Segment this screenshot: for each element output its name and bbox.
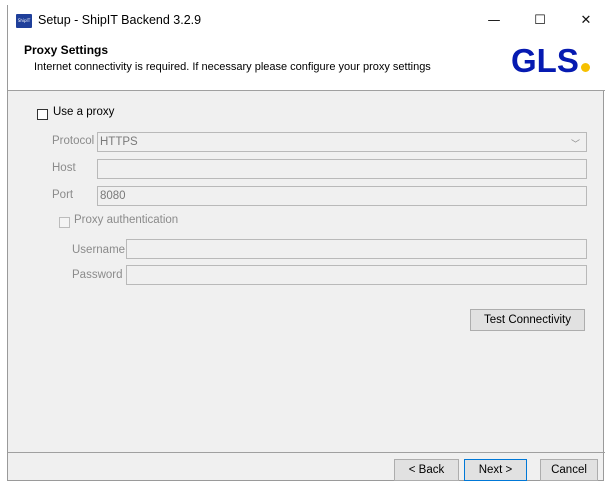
host-input[interactable] <box>97 159 587 179</box>
cancel-button[interactable]: Cancel <box>540 459 598 481</box>
minimize-button[interactable]: — <box>471 5 517 36</box>
footer-divider <box>8 452 605 453</box>
page-title: Proxy Settings <box>24 43 109 57</box>
password-label: Password <box>72 269 123 281</box>
username-label: Username <box>72 244 126 256</box>
proxy-auth-label: Proxy authentication <box>74 214 179 226</box>
use-proxy-label: Use a proxy <box>53 106 115 118</box>
username-input[interactable] <box>126 239 587 259</box>
close-button[interactable]: ✕ <box>563 5 605 36</box>
use-proxy-checkbox[interactable] <box>37 109 48 120</box>
port-input[interactable]: 8080 <box>97 186 587 206</box>
maximize-button[interactable]: ☐ <box>517 5 563 36</box>
password-input[interactable] <box>126 265 587 285</box>
wizard-header: Proxy Settings Internet connectivity is … <box>8 36 605 91</box>
chevron-down-icon: ﹀ <box>570 139 580 149</box>
setup-window: ShipIT Setup - ShipIT Backend 3.2.9 — ☐ … <box>7 5 605 481</box>
logo-dot-icon <box>580 63 590 72</box>
page-subtitle: Internet connectivity is required. If ne… <box>34 61 431 73</box>
app-icon: ShipIT <box>16 14 32 28</box>
proxy-auth-checkbox[interactable] <box>59 217 70 228</box>
window-title: Setup - ShipIT Backend 3.2.9 <box>38 13 202 27</box>
protocol-value: HTTPS <box>100 136 138 148</box>
protocol-select[interactable]: HTTPS ﹀ <box>97 132 587 152</box>
port-label: Port <box>52 189 74 201</box>
test-connectivity-button[interactable]: Test Connectivity <box>470 309 585 331</box>
logo-text: GLS <box>511 42 579 79</box>
gls-logo: GLS <box>511 42 590 80</box>
host-label: Host <box>52 162 76 174</box>
next-button[interactable]: Next > <box>464 459 527 481</box>
title-bar: ShipIT Setup - ShipIT Backend 3.2.9 — ☐ … <box>8 5 605 36</box>
back-button[interactable]: < Back <box>394 459 459 481</box>
protocol-label: Protocol <box>52 135 95 147</box>
